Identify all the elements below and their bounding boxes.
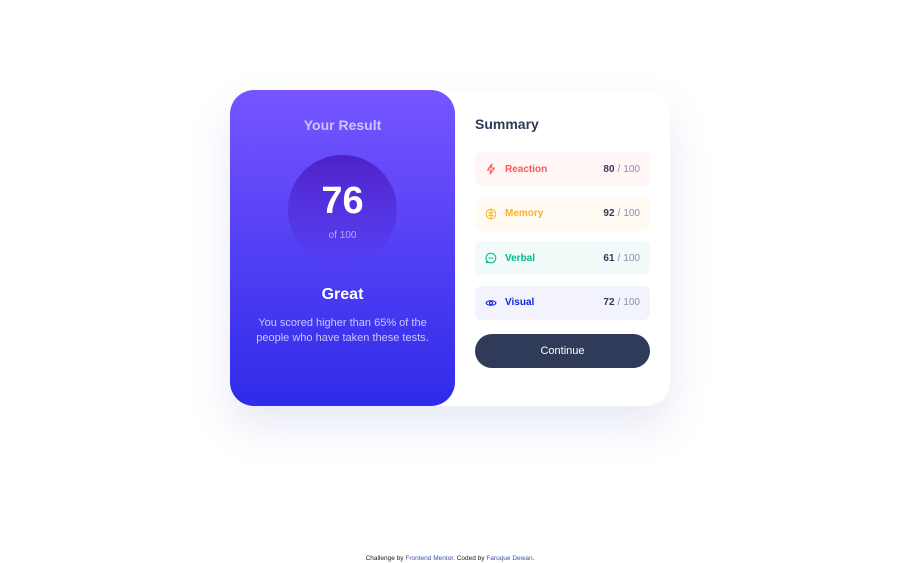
grade-description: You scored higher than 65% of the people… [256, 317, 429, 344]
summary-item-max: 100 [623, 208, 640, 219]
summary-item-label: Reaction [505, 163, 548, 175]
summary-item-verbal: Verbal 61 / 100 [475, 241, 650, 275]
summary-item-value: 61 [603, 252, 615, 264]
summary-item-max: 100 [623, 297, 640, 308]
continue-button[interactable]: Continue [475, 333, 650, 368]
summary-item-separator: / [617, 208, 621, 219]
score-max: of 100 [328, 230, 357, 241]
score-value: 76 [321, 180, 364, 222]
score-circle: 76 of 100 [288, 155, 397, 264]
summary-item-label: Visual [505, 297, 535, 308]
results-card: Your Result 76 of 100 Great You scored h… [230, 90, 670, 406]
footer-middle: . Coded by [453, 555, 485, 562]
summary-item-label: Memory [505, 208, 544, 219]
summary-item-value: 80 [603, 163, 615, 175]
result-panel: Your Result 76 of 100 Great You scored h… [230, 90, 455, 406]
summary-item-reaction: Reaction 80 / 100 [475, 152, 650, 186]
author-link[interactable]: Faruque Dewan [486, 555, 532, 562]
summary-item-max: 100 [623, 252, 640, 264]
frontend-mentor-link[interactable]: Frontend Mentor [405, 555, 453, 562]
summary-item-max: 100 [623, 163, 640, 175]
summary-item-label: Verbal [505, 252, 536, 264]
summary-panel: Summary Reaction 80 / 100 Memory 92 / 10… [455, 90, 670, 406]
grade-label: Great [321, 286, 364, 303]
summary-item-separator: / [617, 297, 621, 308]
summary-item-separator: / [617, 163, 621, 175]
footer-prefix: Challenge by [365, 555, 404, 562]
summary-item-memory: Memory 92 / 100 [475, 196, 650, 231]
summary-item-visual: Visual 72 / 100 [475, 285, 650, 320]
summary-item-value: 72 [603, 297, 615, 308]
summary-title: Summary [475, 116, 539, 132]
footer-suffix: . [532, 555, 535, 562]
summary-item-separator: / [617, 252, 621, 264]
attribution-footer: Challenge by Frontend Mentor. Coded by F… [0, 555, 900, 562]
summary-item-value: 92 [603, 208, 615, 219]
summary-list: Reaction 80 / 100 Memory 92 / 100 Verbal [475, 152, 650, 320]
lightning-icon [485, 163, 497, 175]
eye-icon [485, 297, 497, 309]
chat-bubble-icon [485, 252, 497, 264]
result-title: Your Result [303, 117, 382, 133]
brain-icon [485, 208, 497, 220]
